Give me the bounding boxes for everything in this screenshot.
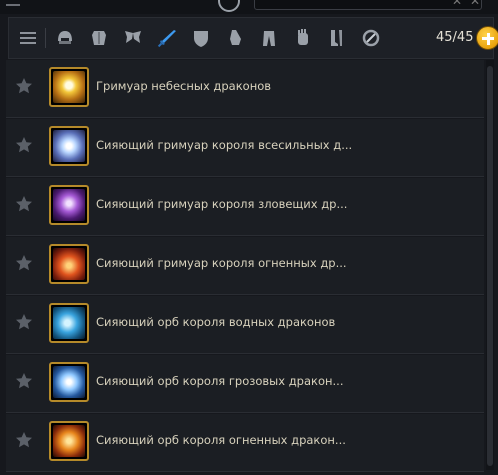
- chest-armor-icon[interactable]: [84, 23, 114, 53]
- list-item[interactable]: Сияющий орб короля грозовых дракон...: [6, 355, 484, 413]
- toolbar-divider: [45, 28, 46, 48]
- star-icon[interactable]: [14, 194, 34, 214]
- item-name: Сияющий гримуар короля зловещих др...: [96, 197, 348, 211]
- list-icon[interactable]: [13, 23, 43, 53]
- pants-icon[interactable]: [254, 23, 284, 53]
- list-item[interactable]: Сияющий гримуар короля зловещих др...: [6, 178, 484, 236]
- star-icon[interactable]: [14, 371, 34, 391]
- add-slots-button[interactable]: [476, 26, 498, 50]
- list-item[interactable]: Сияющий гримуар короля всесильных д...: [6, 119, 484, 177]
- scrollbar-thumb[interactable]: [487, 66, 493, 466]
- star-icon[interactable]: [14, 253, 34, 273]
- ring-icon[interactable]: [356, 23, 386, 53]
- scrollbar[interactable]: [486, 60, 494, 470]
- gloves-icon[interactable]: [288, 23, 318, 53]
- item-list: Гримуар небесных драконов Сияющий гримуа…: [6, 60, 484, 473]
- item-name: Сияющий орб короля огненных дракон...: [96, 433, 346, 447]
- shield-icon[interactable]: [186, 23, 216, 53]
- list-item[interactable]: Сияющий орб короля огненных дракон...: [6, 414, 484, 472]
- search-icon[interactable]: ✕: [470, 0, 480, 8]
- item-icon: [49, 185, 89, 225]
- item-icon: [49, 303, 89, 343]
- top-bar: ✕ ✕: [0, 0, 498, 14]
- list-item[interactable]: Сияющий орб короля водных драконов: [6, 296, 484, 354]
- item-icon: [49, 421, 89, 461]
- item-name: Сияющий гримуар короля огненных др...: [96, 256, 347, 270]
- item-icon: [49, 126, 89, 166]
- item-name: Сияющий орб короля водных драконов: [96, 315, 336, 329]
- item-icon: [49, 362, 89, 402]
- storage-window: ✕ ✕ 45/45 Гримуар небесных драконов Сияю…: [0, 0, 498, 475]
- star-icon[interactable]: [14, 135, 34, 155]
- item-icon: [49, 67, 89, 107]
- star-icon[interactable]: [14, 312, 34, 332]
- wings-icon[interactable]: [118, 23, 148, 53]
- help-icon[interactable]: [218, 0, 240, 12]
- tab-indicator[interactable]: [6, 0, 20, 6]
- item-name: Сияющий гримуар короля всесильных д...: [96, 138, 353, 152]
- item-name: Сияющий орб короля грозовых дракон...: [96, 374, 344, 388]
- star-icon[interactable]: [14, 430, 34, 450]
- star-icon[interactable]: [14, 76, 34, 96]
- sword-icon[interactable]: [152, 23, 182, 53]
- list-item[interactable]: Гримуар небесных драконов: [6, 60, 484, 118]
- search-input[interactable]: [254, 0, 482, 10]
- item-name: Гримуар небесных драконов: [96, 79, 272, 93]
- filter-toolbar: 45/45: [8, 17, 498, 59]
- item-icon: [49, 244, 89, 284]
- gauntlet-icon[interactable]: [220, 23, 250, 53]
- helmet-icon[interactable]: [50, 23, 80, 53]
- inventory-count: 45/45: [436, 30, 474, 45]
- list-item[interactable]: Сияющий гримуар короля огненных др...: [6, 237, 484, 295]
- close-icon[interactable]: ✕: [452, 0, 462, 8]
- boots-icon[interactable]: [322, 23, 352, 53]
